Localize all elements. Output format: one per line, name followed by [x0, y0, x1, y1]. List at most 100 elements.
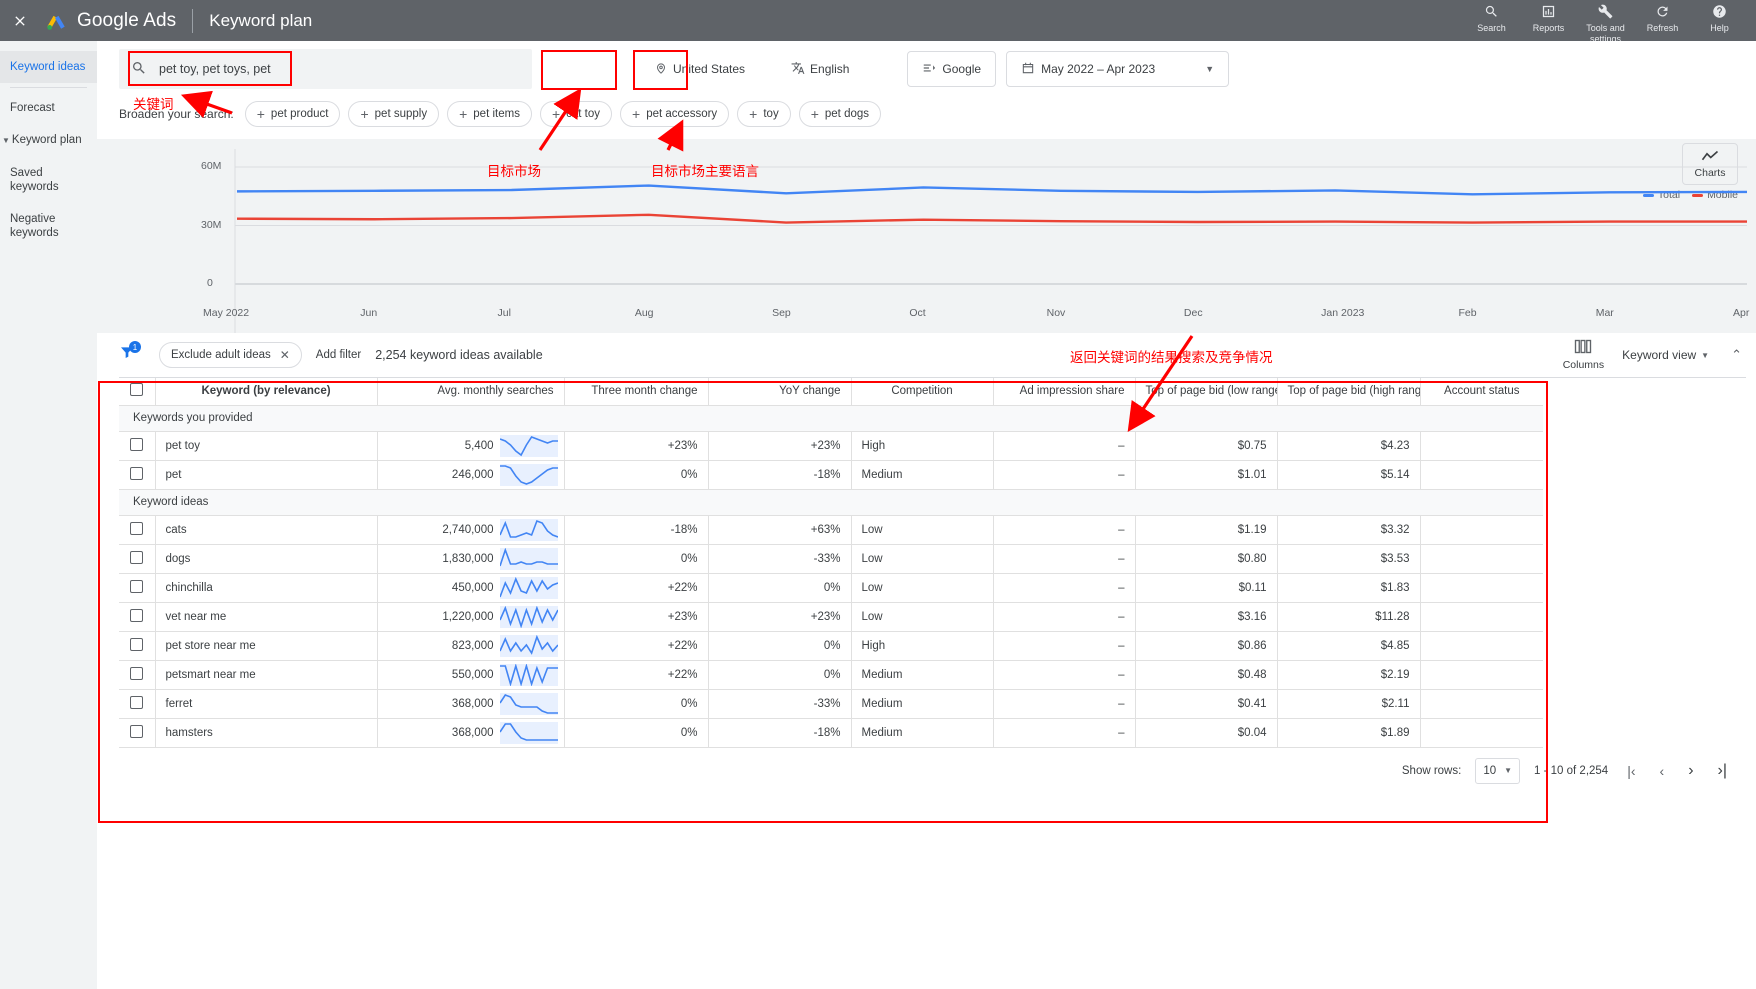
table-row[interactable]: pet 246,000 0% -18% Medium – $1.01 $5.14	[119, 460, 1543, 490]
appbar-help-button[interactable]: Help	[1691, 0, 1748, 34]
cell-three-month-change-value: 0%	[680, 468, 698, 481]
first-page-button[interactable]: |‹	[1622, 763, 1640, 779]
table-row[interactable]: pet store near me 823,000 +22% 0% High – $0.86…	[119, 631, 1543, 661]
sidebar-item-saved-keywords[interactable]: Saved keywords	[0, 157, 97, 203]
sidebar-item-negative-keywords[interactable]: Negative keywords	[0, 203, 97, 249]
row-checkbox-cell[interactable]	[119, 431, 156, 461]
row-checkbox[interactable]	[130, 637, 144, 651]
table-row[interactable]: vet near me 1,220,000 +23% +23% Low – $3.16 $11…	[119, 602, 1543, 632]
row-checkbox[interactable]	[130, 579, 144, 593]
table-row[interactable]: dogs 1,830,000 0% -33% Low – $0.80 $3.53	[119, 544, 1543, 574]
th-account-status[interactable]: Account status	[1420, 378, 1543, 406]
row-checkbox[interactable]	[130, 466, 144, 480]
sparkline	[499, 692, 558, 715]
sidebar-item-keyword-ideas[interactable]: Keyword ideas	[0, 51, 97, 83]
appbar-tools-button[interactable]: Tools and settings	[1577, 0, 1634, 45]
table-row[interactable]: hamsters 368,000 0% -18% Medium – $0.04 $1.89	[119, 718, 1543, 748]
row-checkbox-cell[interactable]	[119, 602, 156, 632]
columns-button[interactable]: Columns	[1563, 339, 1604, 371]
collapse-button[interactable]: ⌃	[1727, 347, 1742, 363]
row-checkbox-cell[interactable]	[119, 718, 156, 748]
cell-top-of-page-bid-low-value: $0.11	[1238, 581, 1267, 594]
row-checkbox-cell[interactable]	[119, 631, 156, 661]
rows-per-page-select[interactable]: 10 ▼	[1475, 757, 1521, 784]
language-selector[interactable]: English	[781, 53, 859, 85]
cell-yoy-change: -33%	[708, 689, 852, 719]
cell-ad-impression-share: –	[993, 573, 1136, 603]
row-checkbox[interactable]	[130, 521, 144, 535]
row-checkbox-cell[interactable]	[119, 689, 156, 719]
cell-competition-value: Low	[861, 552, 883, 565]
th-avg-monthly-searches[interactable]: Avg. monthly searches	[377, 378, 565, 406]
th-ad-impression-share[interactable]: Ad impression share	[993, 378, 1136, 406]
row-checkbox-cell[interactable]	[119, 544, 156, 574]
appbar-reports-button[interactable]: Reports	[1520, 0, 1577, 34]
keyword-view-selector[interactable]: Keyword view ▼	[1622, 348, 1709, 362]
chevron-down-icon: ▼	[1504, 766, 1513, 775]
location-selector[interactable]: United States	[644, 53, 755, 85]
th-top-of-page-bid-low[interactable]: Top of page bid (low range)	[1135, 378, 1278, 406]
table-row[interactable]: petsmart near me 550,000 +22% 0% Medium – $0.4…	[119, 660, 1543, 690]
select-all-checkbox-cell[interactable]	[119, 378, 156, 406]
row-checkbox[interactable]	[130, 695, 144, 709]
appbar-refresh-button[interactable]: Refresh	[1634, 0, 1691, 34]
row-checkbox[interactable]	[130, 437, 144, 451]
th-yoy-change[interactable]: YoY change	[708, 378, 852, 406]
next-page-button[interactable]: ›	[1683, 762, 1698, 780]
sidebar-item-forecast[interactable]: Forecast	[0, 92, 97, 124]
sparkline	[499, 721, 558, 744]
appbar-search-button[interactable]: Search	[1463, 0, 1520, 34]
sidebar-item-label: Saved keywords	[10, 167, 59, 193]
previous-page-button[interactable]: ‹	[1655, 763, 1670, 779]
cell-three-month-change: +23%	[564, 602, 709, 632]
row-checkbox-cell[interactable]	[119, 660, 156, 690]
cell-avg-monthly-searches-value: 246,000	[451, 468, 494, 481]
row-checkbox[interactable]	[130, 550, 144, 564]
broaden-chip-toy[interactable]: + toy	[737, 101, 791, 127]
search-input[interactable]: pet toy, pet toys, pet	[119, 49, 532, 89]
table-row[interactable]: chinchilla 450,000 +22% 0% Low – $0.11 $1.83	[119, 573, 1543, 603]
columns-icon	[1574, 339, 1592, 359]
network-icon	[922, 61, 936, 78]
row-checkbox[interactable]	[130, 666, 144, 680]
table-row[interactable]: ferret 368,000 0% -33% Medium – $0.41 $2.11	[119, 689, 1543, 719]
broaden-chip-cat-toy[interactable]: + cat toy	[539, 101, 613, 127]
cell-avg-monthly-searches-value: 2,740,000	[442, 523, 494, 536]
cell-competition: Medium	[851, 718, 994, 748]
th-keyword[interactable]: Keyword (by relevance)	[155, 378, 378, 406]
th-top-of-page-bid-high[interactable]: Top of page bid (high range)	[1277, 378, 1421, 406]
cell-avg-monthly-searches-value: 368,000	[451, 697, 494, 710]
row-checkbox[interactable]	[130, 724, 144, 738]
broaden-chip-pet-supply[interactable]: + pet supply	[348, 101, 440, 127]
cell-three-month-change-value: +23%	[667, 439, 698, 452]
row-checkbox-cell[interactable]	[119, 460, 156, 490]
filter-chip-exclude-adult-ideas[interactable]: Exclude adult ideas ✕	[159, 342, 302, 368]
broaden-chip-pet-dogs[interactable]: + pet dogs	[798, 101, 882, 127]
select-all-checkbox[interactable]	[130, 383, 144, 397]
close-icon[interactable]	[0, 0, 40, 41]
date-range-selector[interactable]: May 2022 – Apr 2023 ▼	[1006, 51, 1230, 87]
x-axis-tick: Sep	[772, 307, 791, 319]
broaden-chip-pet-items[interactable]: + pet items	[447, 101, 532, 127]
row-checkbox-cell[interactable]	[119, 515, 156, 545]
cell-avg-monthly-searches: 2,740,000	[377, 515, 565, 545]
table-row[interactable]: pet toy 5,400 +23% +23% High – $0.75 $4.23	[119, 431, 1543, 461]
ads-logo-icon	[44, 10, 68, 32]
close-icon[interactable]: ✕	[280, 348, 290, 362]
sidebar-item-keyword-plan[interactable]: ▼ Keyword plan	[0, 124, 97, 157]
filter-icon[interactable]: 1	[119, 341, 145, 366]
network-selector[interactable]: Google	[907, 51, 997, 87]
cell-three-month-change: +22%	[564, 573, 709, 603]
broaden-chip-pet-product[interactable]: + pet product	[244, 101, 341, 127]
row-checkbox-cell[interactable]	[119, 573, 156, 603]
google-ads-logo[interactable]: Google Ads	[44, 10, 176, 32]
table-row[interactable]: cats 2,740,000 -18% +63% Low – $1.19 $3.32	[119, 515, 1543, 545]
th-competition[interactable]: Competition	[851, 378, 994, 406]
th-three-month-change[interactable]: Three month change	[564, 378, 709, 406]
add-filter-button[interactable]: Add filter	[316, 349, 361, 361]
page-title: Keyword plan	[209, 10, 313, 30]
broaden-chip-pet-accessory[interactable]: + pet accessory	[620, 101, 730, 127]
row-checkbox[interactable]	[130, 608, 144, 622]
last-page-button[interactable]: ›|	[1713, 762, 1732, 780]
cell-yoy-change-value: -33%	[813, 552, 841, 565]
